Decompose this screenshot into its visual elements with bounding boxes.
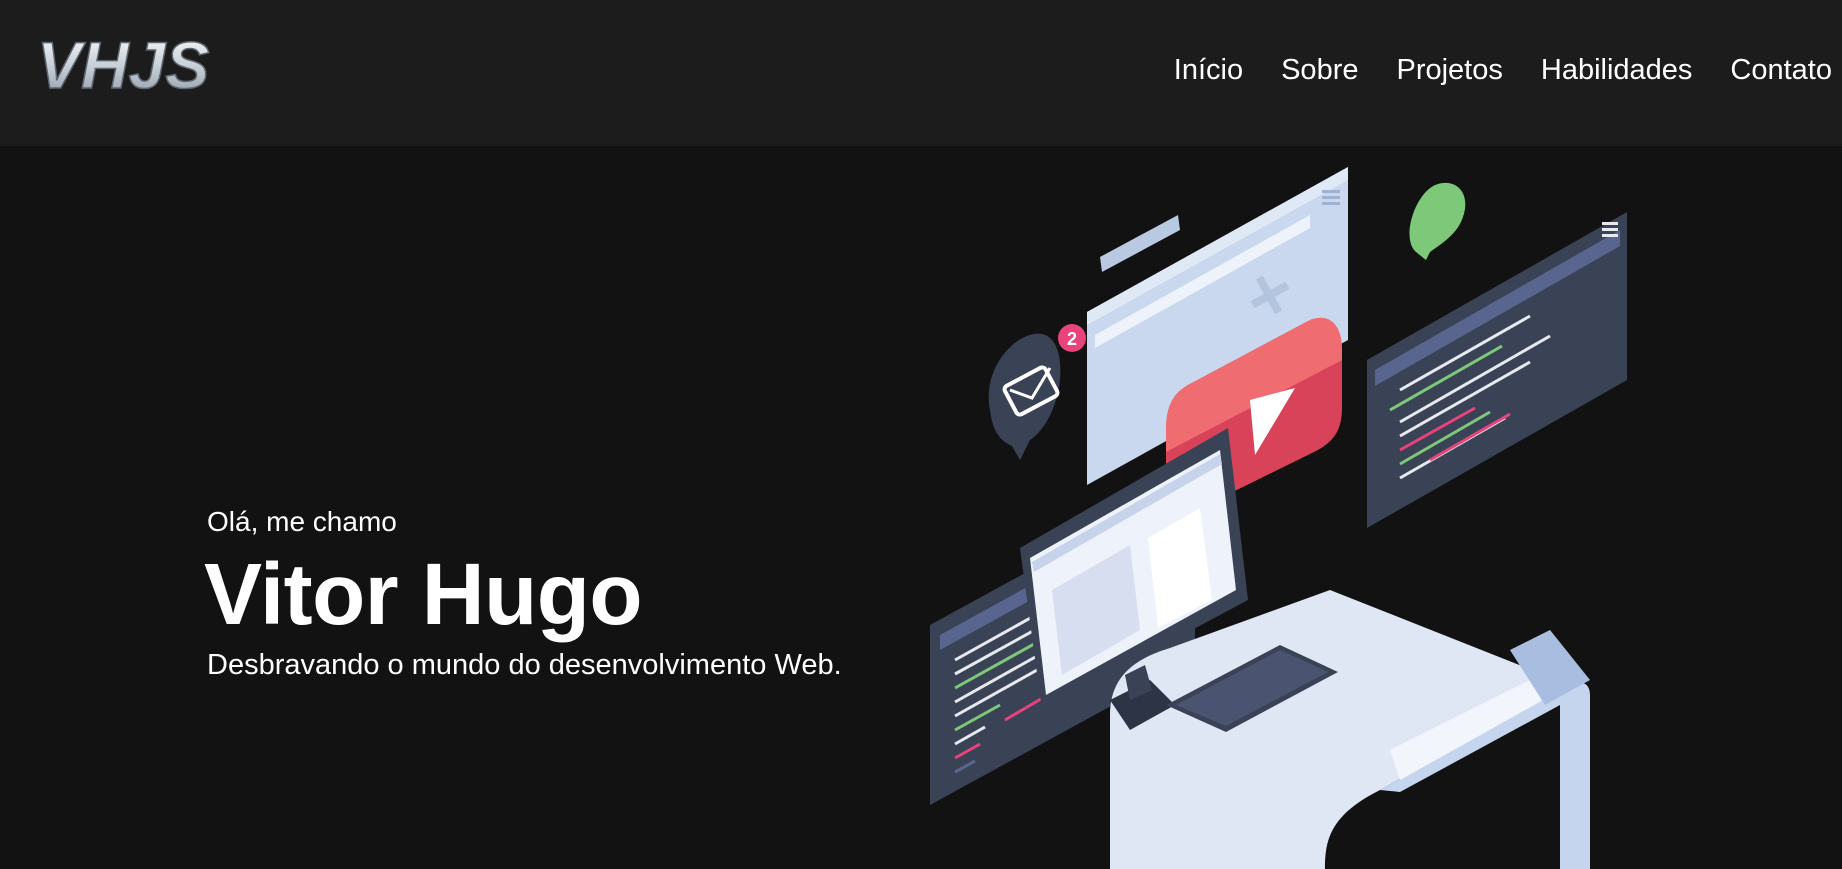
code-panel-right (1367, 212, 1627, 528)
nav-habilidades[interactable]: Habilidades (1541, 52, 1693, 88)
hero-tagline: Desbravando o mundo do desenvolvimento W… (207, 649, 842, 681)
mail-notification-icon: 2 (988, 324, 1086, 460)
hero-name: Vitor Hugo (204, 546, 643, 643)
nav-inicio[interactable]: Início (1174, 52, 1243, 88)
svg-text:VHJS: VHJS (37, 30, 209, 102)
nav-projetos[interactable]: Projetos (1396, 52, 1502, 88)
hero-illustration: 2 (930, 167, 1627, 869)
logo[interactable]: VHJS (37, 30, 227, 106)
site-header: VHJS Início Sobre Projetos Habilidades C… (0, 0, 1842, 146)
chat-bubble-icon (1409, 182, 1466, 260)
hero-intro: Olá, me chamo Vitor Hugo Desbravando o m… (204, 505, 842, 683)
hero-greeting: Olá, me chamo (207, 506, 397, 537)
main-nav: Início Sobre Projetos Habilidades Contat… (1136, 52, 1832, 88)
svg-text:2: 2 (1067, 329, 1077, 349)
nav-contato[interactable]: Contato (1730, 52, 1832, 88)
nav-sobre[interactable]: Sobre (1281, 52, 1358, 88)
